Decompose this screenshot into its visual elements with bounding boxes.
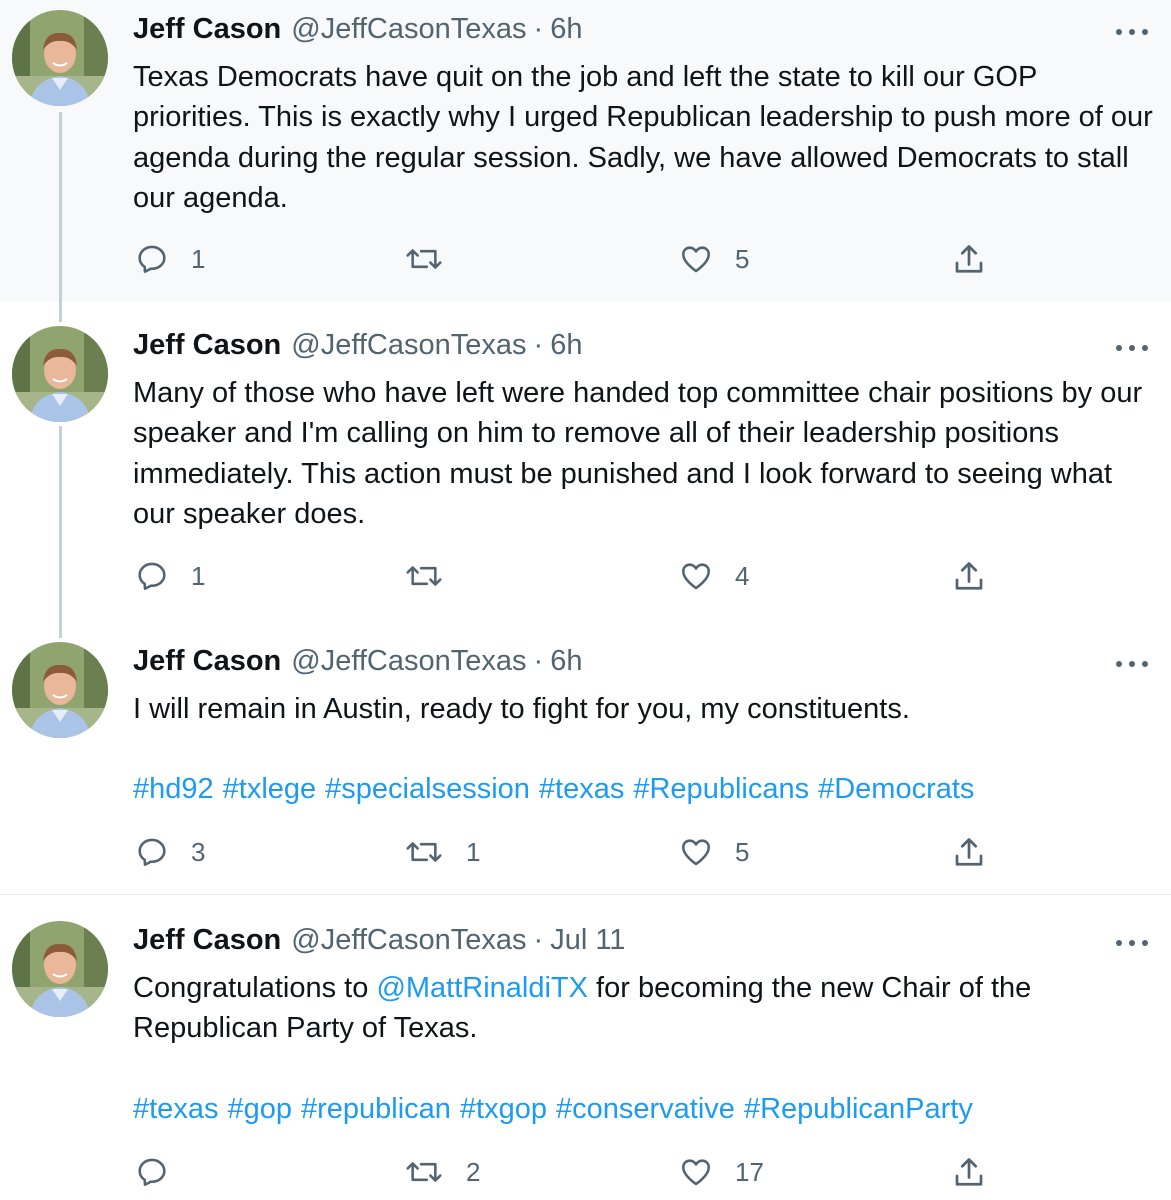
reply-count: 1 xyxy=(191,243,206,274)
reply-icon xyxy=(138,1158,166,1187)
mention-link[interactable]: @MattRinaldiTX xyxy=(376,972,588,1004)
like-count: 5 xyxy=(735,836,750,867)
like-button[interactable]: 17 xyxy=(679,1155,764,1189)
hashtag-link[interactable]: #conservative xyxy=(556,1093,735,1125)
share-icon xyxy=(955,1158,983,1186)
retweet-icon xyxy=(406,842,442,862)
thread-line xyxy=(59,426,62,618)
hashtag-link[interactable]: #texas xyxy=(133,1093,218,1125)
separator: · xyxy=(533,13,544,45)
author-handle[interactable]: @JeffCasonTexas xyxy=(291,645,526,678)
hashtag-link[interactable]: #texas xyxy=(539,773,624,805)
hashtag-link[interactable]: #txlege xyxy=(223,773,317,805)
author-handle[interactable]: @JeffCasonTexas xyxy=(291,329,526,362)
author-name[interactable]: Jeff Cason xyxy=(133,924,281,957)
retweet-icon xyxy=(406,1162,442,1182)
hashtag-link[interactable]: #RepublicanParty xyxy=(744,1093,973,1125)
share-icon xyxy=(955,562,983,590)
avatar[interactable] xyxy=(12,10,108,106)
more-icon[interactable] xyxy=(1116,338,1148,358)
thread-line xyxy=(59,112,62,302)
retweet-button[interactable]: 2 xyxy=(404,1155,480,1189)
hashtag-link[interactable]: #republican xyxy=(301,1093,451,1125)
hashtag-link[interactable]: #hd92 xyxy=(133,773,214,805)
thread-line xyxy=(59,302,62,322)
hashtag-link[interactable]: #Democrats xyxy=(818,773,974,805)
separator: · xyxy=(533,329,544,361)
hashtag-link[interactable]: #txgop xyxy=(460,1093,547,1125)
tweet[interactable]: Jeff Cason @JeffCasonTexas · Jul 11 Cong… xyxy=(0,895,1171,1200)
tweet-header: Jeff Cason @JeffCasonTexas · 6h xyxy=(133,645,582,685)
hashtag-link[interactable]: #Republicans xyxy=(633,773,809,805)
heart-icon xyxy=(681,563,711,590)
author-name[interactable]: Jeff Cason xyxy=(133,329,281,362)
more-icon[interactable] xyxy=(1116,654,1148,674)
tweet[interactable]: Jeff Cason @JeffCasonTexas · 6h I will r… xyxy=(0,618,1171,894)
share-button[interactable] xyxy=(951,1155,987,1191)
tweet-text: Texas Democrats have quit on the job and… xyxy=(133,61,1153,214)
avatar[interactable] xyxy=(12,326,108,422)
tweet-text: I will remain in Austin, ready to fight … xyxy=(133,693,910,725)
thread-line xyxy=(59,618,62,638)
timestamp[interactable]: 6h xyxy=(550,329,582,362)
retweet-icon xyxy=(406,249,442,269)
retweet-count: 2 xyxy=(466,1156,481,1187)
like-button[interactable]: 5 xyxy=(679,835,749,869)
reply-icon xyxy=(138,562,166,591)
like-count: 4 xyxy=(735,560,750,591)
retweet-count: 1 xyxy=(466,836,481,867)
like-count: 17 xyxy=(735,1156,764,1187)
reply-button[interactable] xyxy=(135,1155,191,1189)
retweet-icon xyxy=(406,566,442,586)
like-count: 5 xyxy=(735,243,750,274)
reply-icon xyxy=(138,245,166,274)
hashtag-link[interactable]: #specialsession xyxy=(325,773,530,805)
more-icon[interactable] xyxy=(1116,22,1148,42)
share-icon xyxy=(955,245,983,273)
heart-icon xyxy=(681,1159,711,1186)
author-name[interactable]: Jeff Cason xyxy=(133,13,281,46)
reply-icon xyxy=(138,838,166,867)
heart-icon xyxy=(681,246,711,273)
separator: · xyxy=(533,924,544,956)
tweet-header: Jeff Cason @JeffCasonTexas · 6h xyxy=(133,329,582,369)
retweet-button[interactable]: 1 xyxy=(404,835,480,869)
tweet-feed: Jeff Cason @JeffCasonTexas · 6h Texas De… xyxy=(0,0,1171,1200)
more-icon[interactable] xyxy=(1116,933,1148,953)
share-button[interactable] xyxy=(951,835,987,871)
timestamp[interactable]: Jul 11 xyxy=(550,924,625,957)
reply-button[interactable]: 1 xyxy=(135,242,205,276)
tweet-text: Many of those who have left were handed … xyxy=(133,377,1143,530)
timestamp[interactable]: 6h xyxy=(550,645,582,678)
author-name[interactable]: Jeff Cason xyxy=(133,645,281,678)
retweet-button[interactable] xyxy=(404,559,466,593)
timestamp[interactable]: 6h xyxy=(550,13,582,46)
text-segment: Congratulations to xyxy=(133,972,377,1004)
reply-button[interactable]: 1 xyxy=(135,559,205,593)
share-button[interactable] xyxy=(951,559,987,595)
heart-icon xyxy=(681,839,711,866)
share-icon xyxy=(955,838,983,866)
reply-count: 1 xyxy=(191,560,206,591)
like-button[interactable]: 5 xyxy=(679,242,749,276)
author-handle[interactable]: @JeffCasonTexas xyxy=(291,924,526,957)
tweet-header: Jeff Cason @JeffCasonTexas · 6h xyxy=(133,13,582,53)
tweet[interactable]: Jeff Cason @JeffCasonTexas · 6h Texas De… xyxy=(0,0,1171,302)
retweet-button[interactable] xyxy=(404,242,466,276)
tweet-header: Jeff Cason @JeffCasonTexas · Jul 11 xyxy=(133,924,625,964)
hashtag-link[interactable]: #gop xyxy=(227,1093,292,1125)
author-handle[interactable]: @JeffCasonTexas xyxy=(291,13,526,46)
reply-button[interactable]: 3 xyxy=(135,835,205,869)
hashtag-list: #hd92 #txlege #specialsession #texas #Republ… xyxy=(133,769,1158,809)
tweet[interactable]: Jeff Cason @JeffCasonTexas · 6h Many of … xyxy=(0,302,1171,618)
separator: · xyxy=(533,645,544,677)
tweet-text: Congratulations to @MattRinaldiTX for be… xyxy=(133,968,1158,1049)
share-button[interactable] xyxy=(951,242,987,278)
avatar[interactable] xyxy=(12,921,108,1017)
hashtag-list: #texas #gop #republican #txgop #conservative… xyxy=(133,1089,1158,1129)
reply-count: 3 xyxy=(191,836,206,867)
like-button[interactable]: 4 xyxy=(679,559,749,593)
avatar[interactable] xyxy=(12,642,108,738)
